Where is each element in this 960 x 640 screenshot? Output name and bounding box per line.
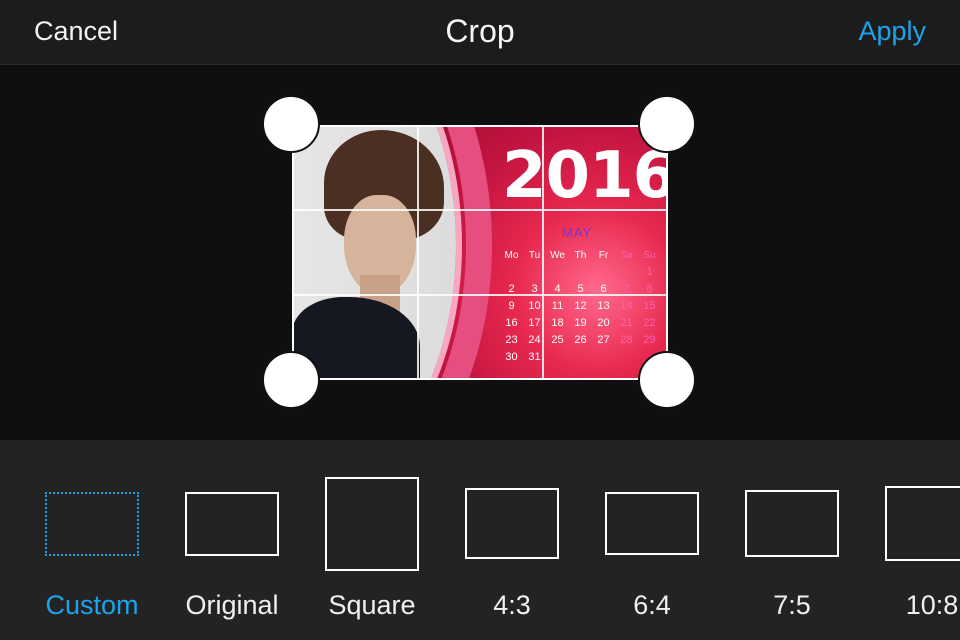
- ratio-option-10-8[interactable]: 10:8: [862, 440, 960, 640]
- ratio-option-4-3[interactable]: 4:3: [442, 440, 582, 640]
- ratio-label: 10:8: [905, 590, 959, 620]
- ratio-option-6-4[interactable]: 6:4: [582, 440, 722, 640]
- custom-ratio-icon: [45, 492, 139, 556]
- ratio-option-square[interactable]: Square: [302, 440, 442, 640]
- ratio-7-5-icon: [745, 490, 839, 557]
- crop-handle-top-right[interactable]: [638, 95, 696, 153]
- crop-handle-bottom-right[interactable]: [638, 351, 696, 409]
- aspect-ratio-bar: Custom Original Square 4:3 6:4 7:5 10:8: [0, 440, 960, 640]
- square-ratio-icon: [325, 477, 419, 571]
- ratio-option-custom[interactable]: Custom: [22, 440, 162, 640]
- ratio-label: Original: [185, 590, 279, 620]
- ratio-4-3-icon: [465, 488, 559, 559]
- ratio-label: 7:5: [773, 590, 811, 620]
- apply-button[interactable]: Apply: [858, 16, 926, 47]
- crop-handle-top-left[interactable]: [262, 95, 320, 153]
- top-toolbar: Cancel Crop Apply: [0, 0, 960, 65]
- ratio-6-4-icon: [605, 492, 699, 555]
- page-title: Crop: [445, 13, 515, 49]
- original-ratio-icon: [185, 492, 279, 556]
- crop-handle-bottom-left[interactable]: [262, 351, 320, 409]
- ratio-label: Square: [328, 590, 416, 620]
- ratio-label: Custom: [45, 590, 139, 620]
- ratio-10-8-icon: [885, 486, 960, 561]
- crop-frame: [292, 125, 668, 380]
- ratio-option-7-5[interactable]: 7:5: [722, 440, 862, 640]
- ratio-label: 4:3: [493, 590, 531, 620]
- ratio-option-original[interactable]: Original: [162, 440, 302, 640]
- ratio-label: 6:4: [633, 590, 671, 620]
